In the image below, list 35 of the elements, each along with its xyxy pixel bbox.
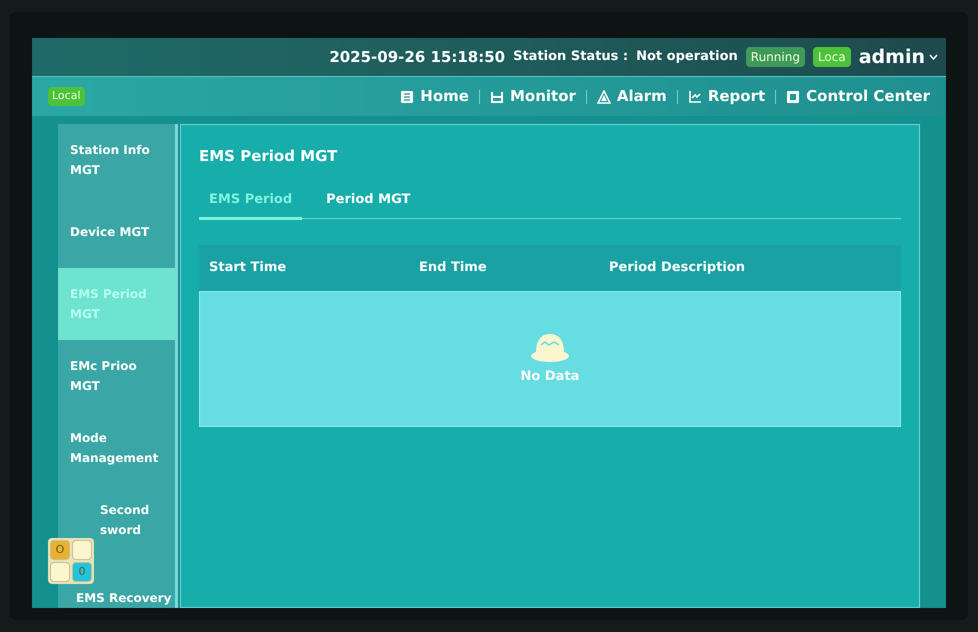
empty-box-icon bbox=[530, 331, 570, 364]
warning-icon bbox=[596, 90, 611, 104]
column-header: Start Time bbox=[209, 259, 288, 278]
frame-icon bbox=[490, 90, 504, 104]
status-label: Station Status : bbox=[513, 48, 628, 66]
panel-icon bbox=[786, 90, 800, 104]
nav-link[interactable]: Alarm bbox=[596, 85, 667, 108]
list-icon bbox=[400, 90, 414, 104]
sidebar-item[interactable]: Device MGT bbox=[58, 196, 175, 268]
nav-link[interactable]: Control Center bbox=[786, 85, 930, 108]
status-value: Not operation bbox=[636, 48, 738, 66]
date-time: 2025-09-26 15:18:50 bbox=[329, 46, 506, 68]
chart-icon bbox=[688, 90, 702, 104]
nav-link[interactable]: Home bbox=[400, 85, 469, 108]
column-header: End Time bbox=[419, 259, 488, 278]
sidebar-item[interactable]: Station Info MGT bbox=[58, 124, 175, 196]
nav-link[interactable]: Report bbox=[688, 85, 766, 108]
widget-key[interactable]: 0 bbox=[72, 562, 92, 582]
nav-link[interactable]: Monitor bbox=[490, 85, 576, 108]
empty-message: No Data bbox=[520, 368, 580, 386]
widget-key[interactable]: O bbox=[50, 540, 70, 560]
sidebar-item[interactable]: Mode Management bbox=[58, 412, 175, 484]
column-header: Period Description bbox=[609, 259, 746, 278]
sidebar-item[interactable]: EMc Prioo MGT bbox=[58, 340, 175, 412]
page-title: EMS Period MGT bbox=[199, 146, 338, 167]
status-badge: Loca bbox=[812, 47, 851, 67]
chevron-down-icon bbox=[929, 54, 938, 60]
tab[interactable]: Period MGT bbox=[316, 182, 420, 218]
user-menu[interactable]: admin bbox=[858, 42, 938, 72]
mode-badge: Local bbox=[48, 87, 85, 106]
widget-key[interactable] bbox=[72, 540, 92, 560]
widget-key[interactable] bbox=[50, 562, 70, 582]
status-badge: Running bbox=[746, 47, 805, 67]
tab[interactable]: EMS Period bbox=[199, 182, 302, 220]
sidebar-item[interactable]: EMS Recovery bbox=[58, 588, 175, 608]
